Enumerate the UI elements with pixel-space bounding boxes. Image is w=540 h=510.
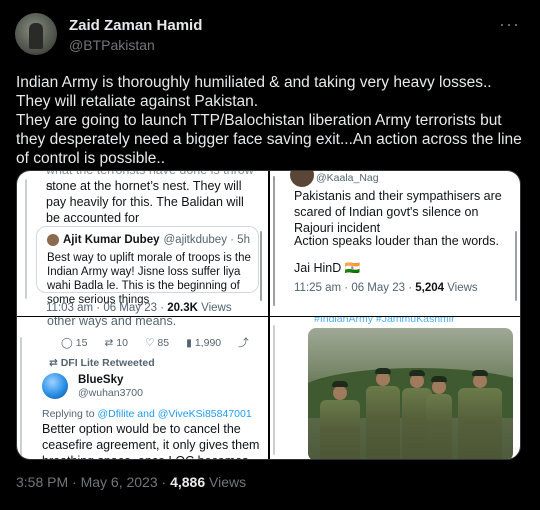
view-count-value: 1,990 — [194, 336, 222, 349]
tweet-text-line: They will retaliate against Pakistan. — [16, 93, 259, 110]
replying-to-handles: @Dfilite and @ViveKSi85847001 — [97, 408, 252, 420]
heart-icon: ♡ — [144, 336, 155, 349]
screenshot-user-handle: @wuhan3700 — [78, 387, 143, 399]
avatar — [42, 373, 68, 399]
share-icon: ⤴ — [238, 337, 249, 349]
quoted-handle: @ajitkdubey · 5h — [163, 234, 250, 246]
screenshot-meta: 11:03 am · 06 May 23 · 20.3K Views — [46, 302, 232, 314]
screenshot-tweet-text: stone at the hornet’s nest. They will pa… — [46, 179, 244, 225]
reply-count: ◯ 15 — [61, 335, 87, 350]
screenshot-tweet-text-2: Action speaks louder than the words. — [294, 234, 499, 248]
screenshot-views-count: 5,204 — [415, 282, 445, 294]
screenshot-time: 11:25 am · 06 May 23 · — [294, 282, 416, 294]
scrollbar — [273, 176, 275, 306]
media-image-3[interactable]: other ways and means. ◯ 15 ⇄ 10 ♡ 85 ▮ 1,990… — [17, 317, 268, 459]
partial-text: other ways and means. — [47, 317, 177, 328]
tweet-footer: 3:58 PM · May 6, 2023 · 4,886 Views — [16, 474, 246, 490]
screenshot-views-count: 20.3K — [167, 302, 198, 314]
quoted-text: Best way to uplift morale of troops is t… — [47, 252, 251, 306]
retweet-icon: ⇄ — [104, 336, 114, 349]
quoted-avatar — [47, 234, 59, 246]
retweet-count-value: 10 — [116, 336, 128, 349]
like-count-value: 85 — [157, 336, 170, 349]
quoted-tweet-header: Ajit Kumar Dubey @ajitkdubey · 5h — [47, 234, 250, 246]
retweeted-by: ⇄ DFI Lite Retweeted — [49, 357, 155, 369]
tweet: Zaid Zaman Hamid @BTPakistan ··· Indian … — [0, 0, 540, 510]
scrollbar — [515, 231, 517, 301]
screenshot-meta: 11:25 am · 06 May 23 · 5,204 Views — [294, 282, 478, 294]
author-name[interactable]: Zaid Zaman Hamid — [69, 17, 202, 34]
quoted-author: Ajit Kumar Dubey — [63, 234, 160, 246]
scrollbar — [260, 231, 262, 301]
media-grid[interactable]: what the terrorists have done is throw a… — [16, 170, 521, 460]
retweet-count: ⇄ 10 — [104, 335, 128, 350]
quoted-tweet: Ajit Kumar Dubey @ajitkdubey · 5h Best w… — [36, 226, 259, 306]
soldiers-photo — [308, 328, 513, 459]
avatar — [290, 171, 314, 187]
tweet-views-label: Views — [205, 474, 247, 490]
screenshot-time: 11:03 am · 06 May 23 · — [46, 302, 168, 314]
replying-to: Replying to @Dfilite and @ViveKSi8584700… — [42, 408, 252, 420]
tweet-text: Indian Army is thoroughly humiliated & a… — [16, 73, 526, 168]
tweet-text-line: They are going to launch TTP/Balochistan… — [16, 112, 522, 167]
view-count: ▮ 1,990 — [186, 335, 221, 350]
action-bar: ◯ 15 ⇄ 10 ♡ 85 ▮ 1,990 ⤴ — [61, 335, 249, 350]
screenshot-views-label: Views — [444, 282, 478, 294]
screenshot-tweet-text: Pakistanis and their sympathisers are sc… — [294, 189, 502, 235]
screenshot-views-label: Views — [197, 302, 232, 314]
screenshot-user-name: BlueSky — [78, 374, 124, 386]
tweet-views-count: 4,886 — [170, 474, 206, 490]
screenshot-handle: @Kaala_Nag — [316, 172, 379, 184]
screenshot-tweet-text: Better option would be to cancel the cea… — [42, 422, 260, 459]
hashtags: #IndianArmy #JammuKashmir — [314, 317, 455, 325]
tweet-text-line: Indian Army is thoroughly humiliated & a… — [16, 74, 492, 91]
retweeted-by-label: DFI Lite Retweeted — [60, 357, 155, 369]
retweet-icon: ⇄ — [49, 357, 61, 369]
reply-count-value: 15 — [75, 336, 88, 349]
bar-chart-icon: ▮ — [186, 336, 192, 349]
more-horizontal-icon[interactable]: ··· — [499, 14, 520, 35]
media-image-1[interactable]: what the terrorists have done is throw a… — [17, 171, 268, 316]
author-avatar[interactable] — [15, 13, 57, 55]
replying-to-prefix: Replying to — [42, 408, 98, 420]
media-image-2[interactable]: @Kaala_Nag Pakistanis and their sympathi… — [270, 171, 520, 316]
screenshot-tweet-text-3: Jai HinD 🇮🇳 — [294, 261, 361, 275]
reply-icon: ◯ — [61, 336, 73, 349]
like-count: ♡ 85 — [145, 335, 169, 350]
author-handle[interactable]: @BTPakistan — [69, 37, 155, 53]
scrollbar — [273, 325, 275, 455]
scrollbar — [25, 179, 27, 299]
tweet-timestamp[interactable]: 3:58 PM · May 6, 2023 · — [16, 474, 170, 490]
scrollbar — [20, 337, 22, 457]
media-image-4[interactable]: #IndianArmy #JammuKashmir — [270, 317, 520, 459]
